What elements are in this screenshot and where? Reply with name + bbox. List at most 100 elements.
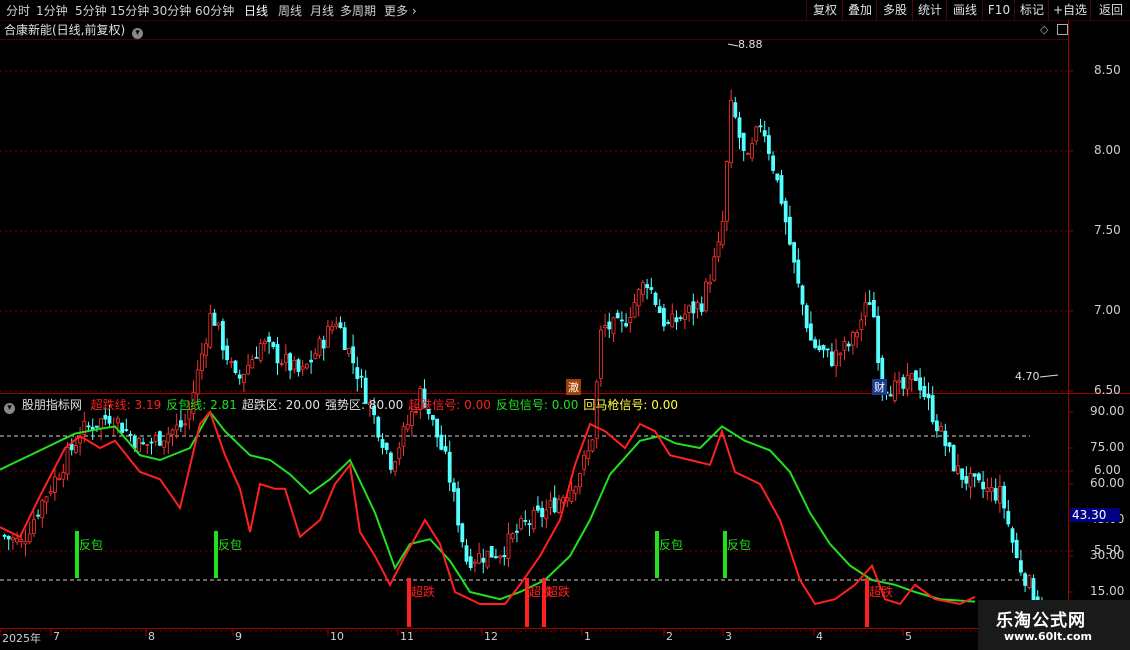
multi-stock-button[interactable]: 多股 [876,0,913,20]
rebound-signal-label: 反包 [79,538,104,552]
dropdown-icon[interactable]: ▾ [4,403,15,414]
time-tick-label: 4 [816,630,823,643]
candle-body [220,321,225,351]
candle-body [334,323,339,327]
candle-body [951,445,956,472]
candle-body [527,523,532,526]
candle-body [695,301,700,310]
candle-body [212,312,217,326]
candle-body [809,323,813,341]
candle-body [800,285,805,305]
candle-body [737,117,742,138]
candle-body [548,500,553,508]
indicator-field: 超跌线: 3.19 [90,398,162,412]
period-tab-60min[interactable]: 60分钟 [195,2,234,19]
candle-body [342,327,347,350]
candle-body [19,539,24,542]
period-tab-5min[interactable]: 5分钟 [75,2,107,19]
candle-body [468,556,473,568]
candle-body [397,447,402,460]
candle-body [447,451,452,483]
candle-body [464,545,469,562]
period-tab-monthly[interactable]: 月线 [310,2,334,19]
time-tick-label: 11 [400,630,414,643]
candle-body [544,509,549,520]
candle-body [6,535,11,540]
candle-body [178,420,183,428]
overlay-button[interactable]: 叠加 [842,0,877,20]
oversold-signal-label: 超跌 [546,585,571,599]
candle-body [405,424,410,430]
statistics-button[interactable]: 统计 [912,0,947,20]
f10-button[interactable]: F10 [982,0,1015,20]
candle-body [401,426,406,447]
candle-body [767,135,771,154]
candle-body [603,325,607,329]
time-tick-label: 2025年 [2,632,41,645]
candle-body [288,353,293,371]
period-tab-multi[interactable]: 多周期 [340,2,376,19]
candle-body [599,329,603,379]
period-tab-1min[interactable]: 1分钟 [36,2,68,19]
diamond-icon[interactable]: ◇ [1040,23,1048,36]
indicator-field: 反包信号: 0.00 [495,398,579,412]
price-tick-label: 6.50 [1094,383,1121,397]
candle-body [216,322,221,326]
period-tab-intraday[interactable]: 分时 [6,2,30,19]
candle-body [199,353,204,371]
candle-body [536,505,540,511]
candle-body [380,439,385,448]
price-chart[interactable] [0,0,1130,650]
candle-body [141,442,146,445]
candle-body [351,346,356,364]
candle-body [233,360,238,373]
draw-line-button[interactable]: 画线 [946,0,983,20]
candle-body [691,301,696,314]
oversold-signal-label: 超跌 [869,585,894,599]
candle-body [863,302,868,317]
period-tab-weekly[interactable]: 周线 [278,2,302,19]
min-price-label: 4.70 [1015,370,1040,383]
candle-body [275,344,280,364]
candle-body [283,354,288,363]
panel-toggle-icon[interactable] [1057,24,1068,35]
candle-body [674,317,679,323]
mark-button[interactable]: 标记 [1014,0,1049,20]
back-button[interactable]: 返回 [1090,0,1130,20]
candle-body [876,315,880,363]
candle-body [586,450,591,460]
candle-body [657,306,662,314]
period-tab-15min[interactable]: 15分钟 [110,2,149,19]
dropdown-icon[interactable]: ▾ [132,28,144,39]
candle-body [1006,511,1011,525]
candle-body [10,537,15,541]
indicator-field: 超跌信号: 0.00 [408,398,491,412]
candle-body [775,173,780,181]
time-tick-label: 5 [905,630,912,643]
candle-body [53,476,57,493]
period-toolbar: 分时 1分钟 5分钟 15分钟 30分钟 60分钟 日线 周线 月线 多周期 更… [0,0,1130,21]
candle-body [867,302,872,305]
period-tab-daily[interactable]: 日线 [244,2,268,19]
oversold-line [0,410,976,606]
candle-body [99,418,103,429]
candle-body [321,339,326,349]
candle-body [762,130,767,137]
event-marker-b[interactable]: 财 [872,379,887,395]
period-tab-30min[interactable]: 30分钟 [152,2,191,19]
add-favorite-button[interactable]: +自选 [1048,0,1091,20]
event-marker-a[interactable]: 澈 [566,379,581,395]
restore-rights-button[interactable]: 复权 [806,0,843,20]
candle-body [61,472,66,480]
candle-body [57,477,61,480]
candle-body [771,155,775,171]
candle-body [813,339,817,348]
candle-body [204,343,209,356]
price-tick-label: 7.50 [1094,223,1121,237]
candle-body [355,367,360,380]
candle-body [95,425,99,428]
time-tick-label: 1 [584,630,591,643]
indicator-lines [0,410,976,606]
candle-body [893,380,897,401]
period-tab-more[interactable]: 更多 › [384,2,417,19]
